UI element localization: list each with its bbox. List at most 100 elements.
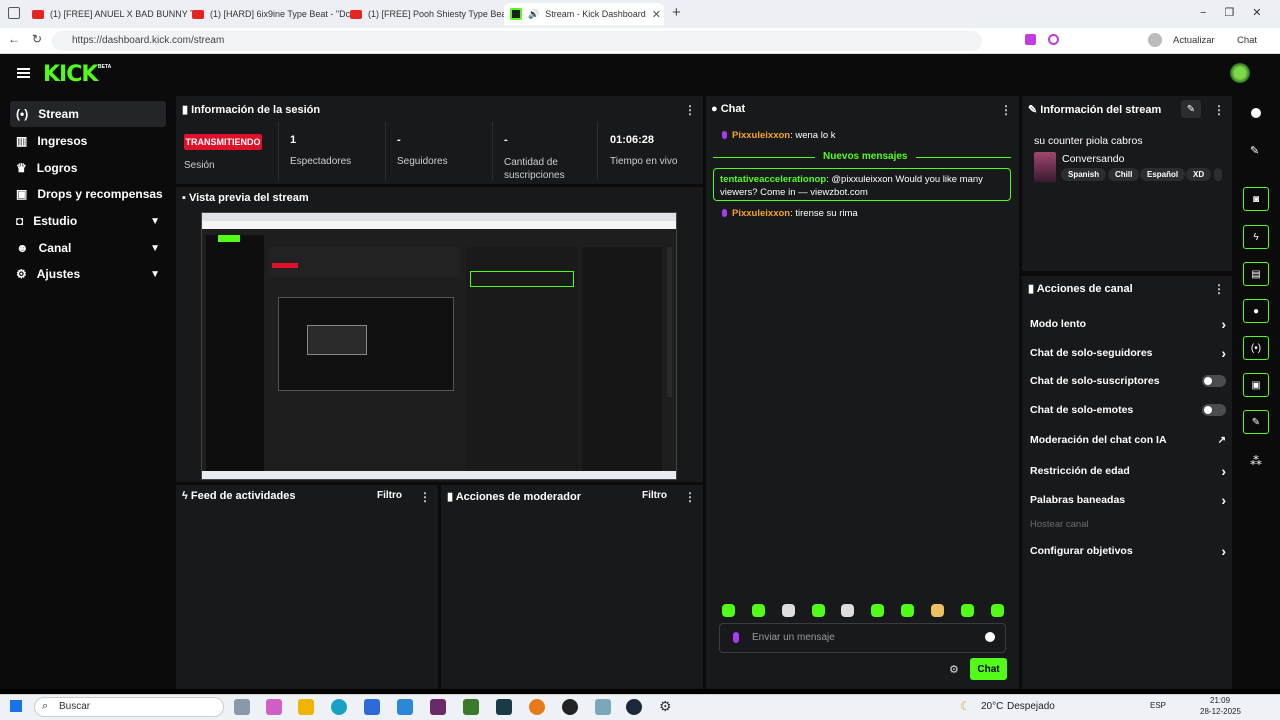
browser-tab-1[interactable]: (1) [FREE] ANUEL X BAD BUNNY T✕ [26, 3, 198, 25]
edit-icon[interactable]: ✎ [1181, 100, 1201, 118]
chat-username[interactable]: Pixxuleixxon [732, 130, 790, 141]
kick-logo[interactable]: KICK [43, 62, 98, 87]
rail-button-printer[interactable]: ▣ [1243, 373, 1269, 397]
extension-icon[interactable] [1025, 34, 1036, 45]
channel-actions-menu-icon[interactable]: ⋮ [1213, 282, 1225, 296]
reload-icon[interactable]: ↻ [32, 32, 42, 46]
copilot-icon[interactable] [266, 699, 282, 715]
edge-icon[interactable] [331, 699, 347, 715]
window-controls[interactable]: −❐✕ [1200, 6, 1280, 19]
emote-icon[interactable] [841, 604, 854, 617]
profile-avatar[interactable] [1148, 33, 1162, 47]
stream-info-menu-icon[interactable]: ⋮ [1213, 103, 1225, 117]
stream-preview-video[interactable] [201, 212, 677, 480]
store-icon[interactable] [364, 699, 380, 715]
edit-icon[interactable]: ✎ [1250, 144, 1259, 157]
close-icon[interactable]: ✕ [652, 8, 661, 21]
rail-button-lightning[interactable]: ϟ [1243, 225, 1269, 249]
extension-icon[interactable] [1048, 34, 1059, 45]
menu-icon[interactable] [17, 68, 30, 78]
feed-filter-button[interactable]: Filtro [377, 490, 402, 501]
stream-tag[interactable]: Chill [1108, 168, 1140, 181]
steam-icon[interactable] [626, 699, 642, 715]
sidebar-item-ajustes[interactable]: ⚙ Ajustes ▼ [10, 261, 166, 287]
windows-start-icon[interactable] [10, 700, 22, 712]
weather-desc[interactable]: Despejado [1007, 701, 1055, 712]
clock-time[interactable]: 21:09 [1210, 696, 1230, 705]
emote-icon[interactable] [961, 604, 974, 617]
app-icon[interactable] [463, 699, 479, 715]
outlook-icon[interactable] [397, 699, 413, 715]
new-tab-icon[interactable]: + [672, 4, 681, 21]
app-icon[interactable] [496, 699, 512, 715]
weather-temp[interactable]: 20°C [981, 701, 1003, 712]
rail-button-broadcast[interactable]: (•) [1243, 336, 1269, 360]
url-field[interactable]: https://dashboard.kick.com/stream [52, 31, 982, 51]
shield-icon: ▮ [447, 491, 456, 503]
obs-icon[interactable] [562, 699, 578, 715]
emoji-icon[interactable] [985, 632, 995, 642]
community-icon[interactable]: ⁂ [1250, 454, 1262, 468]
sidebar-item-ingresos[interactable]: ▥ Ingresos [10, 128, 166, 154]
stream-tag[interactable]: XD [1186, 168, 1212, 181]
browser-tab-2[interactable]: (1) [HARD] 6ix9ine Type Beat - "Dc✕ [186, 3, 358, 25]
rail-button-wrench[interactable]: ✎ [1243, 410, 1269, 434]
sidebar-item-canal[interactable]: ☻ Canal ▼ [10, 235, 166, 261]
action-followers-only[interactable]: Chat de solo-seguidores › [1030, 345, 1226, 361]
mod-filter-button[interactable]: Filtro [642, 490, 667, 501]
session-menu-icon[interactable]: ⋮ [684, 103, 696, 117]
browser-tab-4[interactable]: 🔊 Stream - Kick Dashboard ✕ [504, 3, 664, 25]
emote-icon[interactable] [991, 604, 1004, 617]
chat-settings-icon[interactable]: ⚙ [949, 663, 959, 676]
action-goals[interactable]: Configurar objetivos › [1030, 543, 1226, 559]
category-thumbnail[interactable] [1034, 152, 1056, 182]
emote-icon[interactable] [752, 604, 765, 617]
update-button[interactable]: Actualizar [1173, 35, 1215, 46]
stream-category[interactable]: Conversando [1062, 153, 1124, 165]
rail-button-document[interactable]: ▤ [1243, 262, 1269, 286]
info-icon[interactable] [1251, 108, 1261, 118]
action-age-restriction[interactable]: Restricción de edad › [1030, 463, 1226, 479]
back-icon[interactable]: ← [8, 32, 20, 46]
user-avatar[interactable] [1230, 63, 1250, 83]
app-icon[interactable] [595, 699, 611, 715]
stream-tag-overflow[interactable] [1214, 168, 1222, 181]
rail-button-camera[interactable]: ◙ [1243, 187, 1269, 211]
app-icon[interactable] [430, 699, 446, 715]
sidebar-item-logros[interactable]: ♛ Logros [10, 155, 166, 181]
clock-date[interactable]: 28-12-2025 [1200, 707, 1241, 716]
chat-username[interactable]: tentativeaccelerationop [720, 174, 826, 185]
action-ai-moderation[interactable]: Moderación del chat con IA ↗ [1030, 434, 1226, 446]
emote-icon[interactable] [931, 604, 944, 617]
emote-icon[interactable] [871, 604, 884, 617]
copilot-chat-button[interactable]: Chat [1237, 35, 1257, 46]
app-icon[interactable] [529, 699, 545, 715]
feed-menu-icon[interactable]: ⋮ [419, 490, 431, 504]
emote-icon[interactable] [901, 604, 914, 617]
language-indicator[interactable]: ESP [1150, 701, 1166, 710]
emote-icon[interactable] [782, 604, 795, 617]
task-view-icon[interactable] [234, 699, 250, 715]
action-banned-words[interactable]: Palabras baneadas › [1030, 492, 1226, 508]
sidebar-item-stream[interactable]: (•) Stream [10, 101, 166, 127]
browser-tab-3[interactable]: (1) [FREE] Pooh Shiesty Type Beat '✕ [344, 3, 516, 25]
channel-actions-title: ▮ Acciones de canal [1028, 283, 1133, 295]
chat-username[interactable]: Pixxuleixxon [732, 208, 790, 219]
tab-actions-icon[interactable] [8, 7, 20, 19]
preview-chat-message [470, 271, 574, 287]
emote-icon[interactable] [812, 604, 825, 617]
stream-tag[interactable]: Español [1140, 168, 1186, 181]
rail-button-chat[interactable]: ● [1243, 299, 1269, 323]
sidebar-item-drops[interactable]: ▣ Drops y recompensas [10, 181, 166, 207]
subs-only-toggle[interactable] [1202, 375, 1226, 387]
settings-gear-icon[interactable]: ⚙ [659, 698, 672, 715]
chat-menu-icon[interactable]: ⋮ [1000, 103, 1012, 117]
sidebar-item-estudio[interactable]: ◘ Estudio ▼ [10, 208, 166, 234]
stream-tag[interactable]: Spanish [1061, 168, 1107, 181]
chat-send-button[interactable]: Chat [970, 658, 1007, 680]
file-explorer-icon[interactable] [298, 699, 314, 715]
action-slow-mode[interactable]: Modo lento › [1030, 316, 1226, 332]
mod-menu-icon[interactable]: ⋮ [684, 490, 696, 504]
emote-icon[interactable] [722, 604, 735, 617]
emotes-only-toggle[interactable] [1202, 404, 1226, 416]
